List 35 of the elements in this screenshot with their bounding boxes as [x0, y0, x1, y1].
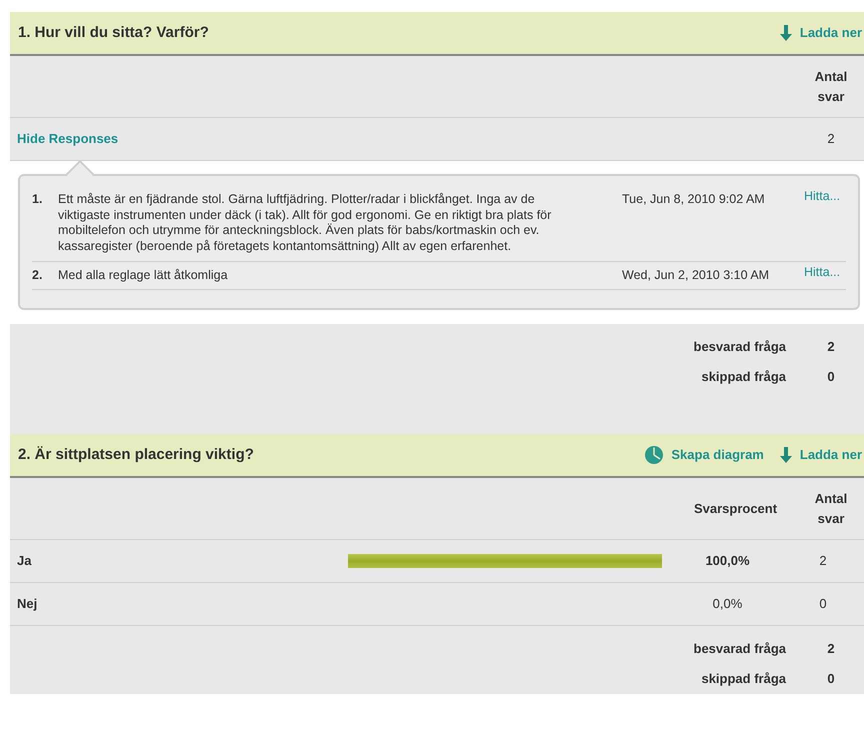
download-link[interactable]: Ladda ner	[780, 445, 862, 465]
column-header: Antal svar	[814, 68, 848, 106]
pie-chart-icon	[645, 446, 664, 464]
download-icon	[780, 25, 792, 41]
response-date: Tue, Jun 8, 2010 9:02 AM	[621, 192, 766, 208]
question-title: 2. Är sittplatsen placering viktig?	[18, 444, 254, 465]
response-count: 2	[826, 130, 836, 148]
hide-responses-link[interactable]: Hide Responses	[17, 129, 118, 149]
summary-value: 2	[826, 338, 836, 356]
create-chart-link[interactable]: Skapa diagram	[645, 445, 764, 465]
summary-label: besvarad fråga	[694, 640, 787, 658]
summary-value: 0	[826, 368, 836, 386]
summary-value: 2	[826, 640, 836, 658]
percent-value: 0,0%	[712, 595, 744, 614]
summary-label: skippad fråga	[701, 368, 787, 386]
question-title: 1. Hur vill du sitta? Varför?	[18, 22, 209, 43]
response-date: Wed, Jun 2, 2010 3:10 AM	[621, 268, 770, 284]
response-number: 1.	[32, 192, 44, 208]
download-icon	[780, 447, 792, 464]
find-link[interactable]: Hitta...	[804, 189, 840, 254]
find-link[interactable]: Hitta...	[804, 264, 840, 284]
count-value: 0	[818, 595, 828, 614]
percent-value: 100,0%	[704, 552, 751, 570]
column-header: Antal svar	[814, 490, 848, 528]
option-label: Nej	[17, 595, 38, 614]
count-value: 2	[818, 552, 828, 570]
option-label: Ja	[17, 552, 32, 570]
response-text: Med alla reglage lätt åtkomliga	[58, 268, 229, 284]
summary-label: besvarad fråga	[694, 338, 787, 356]
response-number: 2.	[32, 268, 44, 284]
download-link[interactable]: Ladda ner	[780, 23, 862, 43]
summary-label: skippad fråga	[701, 670, 787, 688]
summary-value: 0	[826, 670, 836, 688]
column-header: Svarsprocent	[692, 500, 778, 518]
response-text: Ett måste är en fjädrande stol. Gärna luftfjädring. Plotter/radar i blickfånget. Inga av de viktigaste instrumenten under däck (i tak). Allt för god ergonomi. Ge en riktigt bra plats för mobiltelefon och utrymme för anteckningsblock. Även plats för babs/kortmaskin och ev. kassaregister (beroende på företagets kontantomsättning) Allt av egen erfarenhet.	[58, 192, 552, 254]
